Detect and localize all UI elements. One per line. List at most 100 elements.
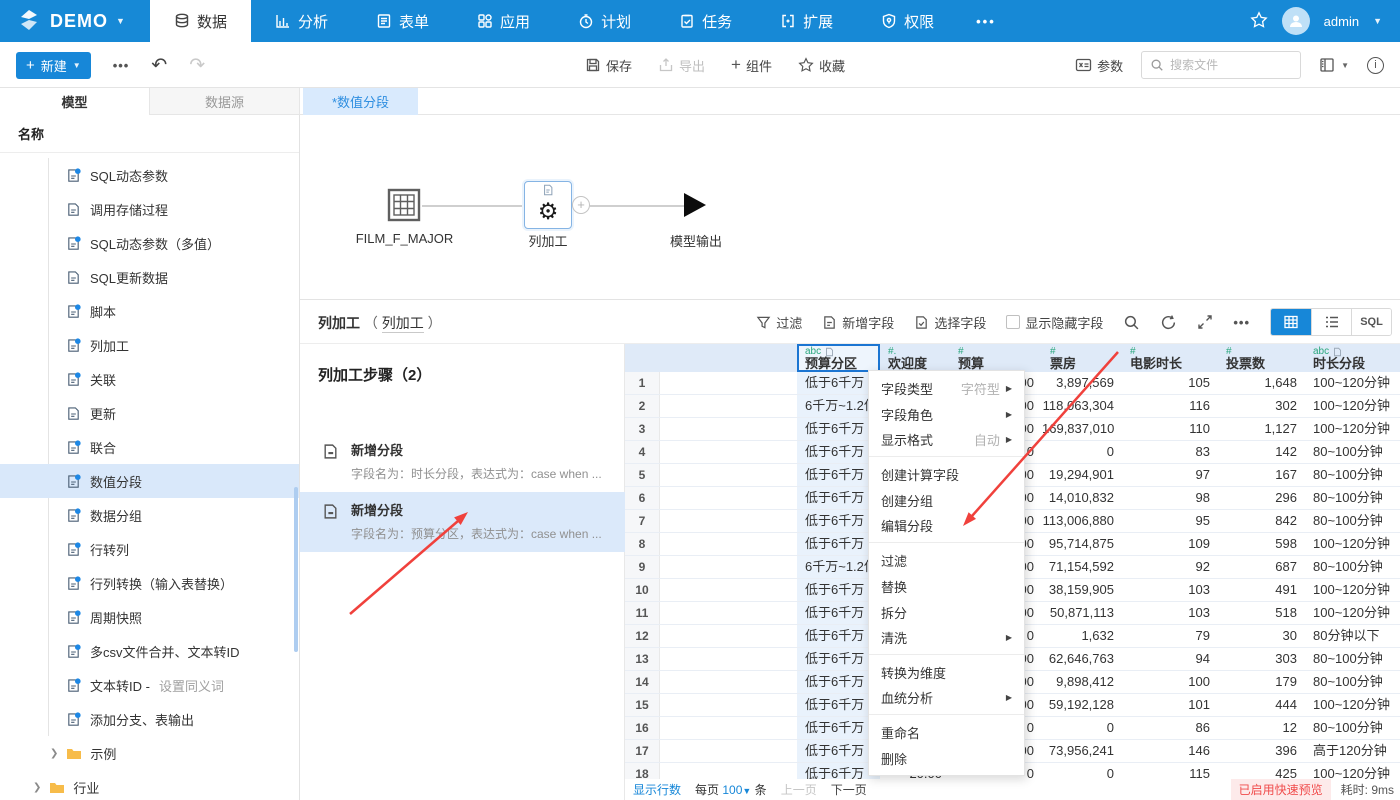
cell-boxoffice: 9,898,412 [1042, 671, 1122, 693]
panel-title-editable[interactable]: 列加工 [382, 315, 424, 333]
logo-zone[interactable]: DEMO ▼ [0, 0, 150, 42]
select-field-button[interactable]: 选择字段 [914, 313, 986, 332]
sidebar-model-item[interactable]: SQL动态参数（多值） [0, 226, 300, 260]
context-menu-item[interactable]: 创建计算字段 ▶ [869, 461, 1024, 487]
column-header-votes[interactable]: # 投票数 [1218, 344, 1305, 372]
nav-tab-form[interactable]: 表单 [352, 0, 453, 42]
layout-toggle-button[interactable]: ▼ [1319, 57, 1349, 73]
tab-document-numeric-segment[interactable]: *数值分段 [303, 88, 418, 115]
sidebar-model-item[interactable]: 添加分支、表输出 [0, 702, 300, 736]
tab-model[interactable]: 模型 [0, 88, 150, 115]
column-header-boxoffice[interactable]: # 票房 [1042, 344, 1122, 372]
sidebar-folder-industry[interactable]: ❯ 行业 [33, 770, 293, 800]
sidebar-model-item[interactable]: 数据分组 [0, 498, 300, 532]
favorite-button[interactable]: 收藏 [798, 56, 845, 75]
column-header-duration[interactable]: # 电影时长 [1122, 344, 1218, 372]
nav-tab-data[interactable]: 数据 [150, 0, 251, 42]
source-table-node[interactable] [387, 188, 421, 225]
sidebar-model-item[interactable]: 行转列 [0, 532, 300, 566]
panel-more-icon[interactable]: ••• [1233, 315, 1250, 330]
column-header-budget[interactable]: # 预算 [950, 344, 1042, 372]
nav-tab-analysis[interactable]: 分析 [251, 0, 352, 42]
context-menu-item[interactable]: 编辑分段 ▶ [869, 513, 1024, 543]
model-doc-icon [66, 372, 81, 387]
sidebar-model-item[interactable]: 数值分段 [0, 464, 300, 498]
sidebar-model-item[interactable]: 多csv文件合并、文本转ID [0, 634, 300, 668]
view-sql-button[interactable]: SQL [1351, 309, 1391, 335]
sidebar-model-item[interactable]: 联合 [0, 430, 300, 464]
params-button[interactable]: 参数 [1075, 56, 1123, 75]
sidebar-folder-examples[interactable]: ❯ 示例 [50, 736, 300, 770]
nav-tab-permissions[interactable]: 权限 [857, 0, 958, 42]
sidebar-model-item[interactable]: 关联 [0, 362, 300, 396]
file-search-box[interactable] [1141, 51, 1301, 79]
page-size-control[interactable]: 每页 100▼ 条 [695, 781, 767, 798]
view-list-button[interactable] [1311, 309, 1351, 335]
model-canvas[interactable]: ⚙ + FILM_F_MAJOR 列加工 模型输出 [300, 115, 1400, 300]
tab-datasource[interactable]: 数据源 [150, 88, 300, 115]
new-button[interactable]: + 新建 ▼ [16, 52, 91, 79]
redo-icon[interactable]: ↷ [189, 54, 205, 77]
nav-tab-extensions[interactable]: 扩展 [756, 0, 857, 42]
context-menu-item[interactable]: 血统分析 ▶ [869, 685, 1024, 715]
checkbox-unchecked-icon[interactable] [1006, 315, 1020, 329]
filter-button[interactable]: 过滤 [756, 313, 802, 332]
nav-more-icon[interactable]: ••• [958, 0, 1014, 42]
nav-tab-schedule[interactable]: 计划 [554, 0, 655, 42]
save-button[interactable]: 保存 [585, 56, 632, 75]
sidebar-model-item[interactable]: 文本转ID - 设置同义词 [0, 668, 300, 702]
nav-tab-apps[interactable]: 应用 [453, 0, 554, 42]
next-page-button[interactable]: 下一页 [831, 781, 867, 798]
table-search-icon[interactable] [1123, 314, 1140, 331]
export-button[interactable]: 导出 [658, 56, 705, 75]
prev-page-button[interactable]: 上一页 [781, 781, 817, 798]
expand-icon[interactable] [1197, 314, 1213, 330]
sidebar-model-item[interactable]: 脚本 [0, 294, 300, 328]
cell-votes: 1,648 [1218, 372, 1305, 394]
info-icon[interactable]: i [1367, 57, 1384, 74]
show-hidden-fields-toggle[interactable]: 显示隐藏字段 [1006, 313, 1103, 332]
nav-tab-tasks[interactable]: 任务 [655, 0, 756, 42]
sidebar-model-item[interactable]: 更新 [0, 396, 300, 430]
column-header-duration-segment[interactable]: abc 时长分段 [1305, 344, 1400, 372]
view-grid-button[interactable] [1271, 309, 1311, 335]
output-node-icon[interactable] [684, 193, 706, 217]
component-button[interactable]: + 组件 [731, 55, 772, 75]
username-label[interactable]: admin [1324, 14, 1359, 29]
context-menu-item[interactable]: 过滤 ▶ [869, 547, 1024, 573]
sidebar-model-item[interactable]: SQL更新数据 [0, 260, 300, 294]
sidebar-model-item[interactable]: 列加工 [0, 328, 300, 362]
column-header-popularity[interactable]: #. 欢迎度 [880, 344, 950, 372]
user-avatar[interactable] [1282, 7, 1310, 35]
context-menu-item[interactable]: 拆分 ▶ [869, 599, 1024, 625]
brand-chevron-down-icon[interactable]: ▼ [116, 16, 125, 26]
sidebar-scrollbar[interactable] [294, 487, 298, 652]
column-header-budget-zone[interactable]: abc 预算分区 [797, 344, 880, 372]
row-count-link[interactable]: 显示行数 [633, 781, 681, 798]
context-menu-item[interactable]: 字段角色 ▶ [869, 401, 1024, 427]
context-menu-item[interactable]: 创建分组 ▶ [869, 487, 1024, 513]
user-chevron-down-icon[interactable]: ▼ [1373, 16, 1382, 26]
context-menu-item[interactable]: 重命名 ▶ [869, 719, 1024, 745]
sidebar-model-item[interactable]: 调用存储过程 [0, 192, 300, 226]
star-icon[interactable] [1250, 11, 1268, 32]
search-input[interactable] [1170, 58, 1280, 72]
undo-icon[interactable]: ↶ [151, 54, 167, 77]
context-menu-item[interactable]: 替换 ▶ [869, 573, 1024, 599]
add-field-button[interactable]: 新增字段 [822, 313, 894, 332]
sidebar-model-item[interactable]: 行列转换（输入表替换） [0, 566, 300, 600]
context-menu-item[interactable]: 字段类型 字符型 ▶ [869, 375, 1024, 401]
refresh-icon[interactable] [1160, 314, 1177, 331]
sidebar-model-item[interactable]: SQL动态参数 [0, 158, 300, 192]
toolbar-more-icon[interactable]: ••• [113, 58, 130, 73]
sidebar-model-item[interactable]: 周期快照 [0, 600, 300, 634]
step-item[interactable]: 新增分段 字段名为：时长分段，表达式为：case when ... [300, 432, 625, 492]
cell-duration: 103 [1122, 602, 1218, 624]
step-item[interactable]: 新增分段 字段名为：预算分区，表达式为：case when ... [300, 492, 625, 552]
context-menu-item[interactable]: 显示格式 自动 ▶ [869, 427, 1024, 457]
transform-node-column-processing[interactable]: ⚙ [524, 181, 572, 229]
add-node-plus-icon[interactable]: + [572, 196, 590, 214]
context-menu-item[interactable]: 删除 ▶ [869, 745, 1024, 771]
context-menu-item[interactable]: 转换为维度 ▶ [869, 659, 1024, 685]
context-menu-item[interactable]: 清洗 ▶ [869, 625, 1024, 655]
